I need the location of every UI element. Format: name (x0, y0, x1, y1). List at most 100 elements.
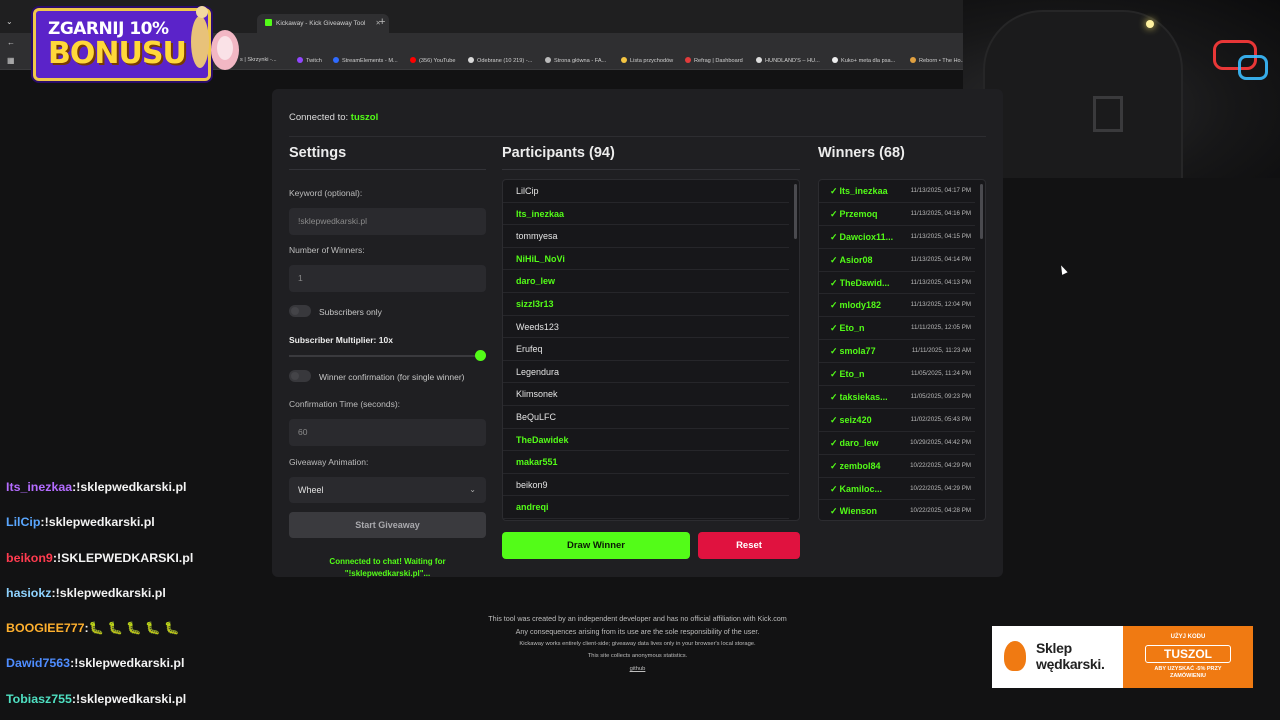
participant-row: andreqi (503, 496, 789, 519)
bookmark-label: HUNDLAND'S – HU... (765, 58, 820, 64)
sponsor-brand: Sklep wędkarski. (992, 626, 1123, 688)
scrollbar[interactable] (980, 184, 983, 239)
new-tab-button[interactable]: + (379, 14, 385, 31)
bookmark-hundland[interactable]: HUNDLAND'S – HU... (756, 57, 820, 64)
chat-text: !sklepwedkarski.pl (44, 515, 155, 530)
bookmark-income[interactable]: Lista przychodów (621, 57, 673, 64)
confirmation-time-label: Confirmation Time (seconds): (289, 399, 401, 409)
confirmation-time-input[interactable]: 60 (289, 419, 486, 446)
winners-count-label: Number of Winners: (289, 245, 365, 255)
github-link[interactable]: github (400, 662, 875, 676)
ceiling-lamp (1146, 20, 1154, 28)
subscribers-only-toggle[interactable] (289, 305, 311, 317)
keyword-input[interactable]: !sklepwedkarski.pl (289, 208, 486, 235)
tab-kickaway[interactable]: Kickaway - Kick Giveaway Tool ✕ (257, 14, 389, 33)
sponsor-code: TUSZOL (1145, 645, 1231, 663)
scrollbar[interactable] (794, 184, 797, 239)
winner-time: 11/05/2025, 11:24 PM (911, 370, 971, 378)
animation-selected-value: Wheel (298, 485, 324, 495)
sponsor-code-box: UŻYJ KODU TUSZOL ABY UZYSKAĆ -5% PRZY ZA… (1123, 626, 1253, 688)
bookmark-kuko[interactable]: Kuko+ meta dla psa... (832, 57, 895, 64)
chat-text: !sklepwedkarski.pl (74, 656, 185, 671)
winner-name: taksiekas... (839, 392, 888, 403)
chat-message: hasiokz:!sklepwedkarski.pl (6, 584, 266, 619)
winner-row: ✓ TheDawid... 11/13/2025, 04:13 PM (819, 272, 975, 295)
bookmark-label: Refrag | Dashboard (694, 58, 743, 64)
webcam-feed (963, 0, 1280, 178)
chat-text: !sklepwedkarski.pl (76, 691, 187, 706)
winner-name: daro_lew (839, 437, 879, 448)
participants-list[interactable]: LilCip Its_inezkaa tommyesa NiHiL_NoVi daro_… (502, 179, 800, 521)
participants-title: Participants (94) (502, 145, 615, 161)
bookmark-streamelements[interactable]: StreamElements - M... (333, 57, 398, 64)
winner-name: Asior08 (839, 254, 873, 265)
participant-row: daro_lew (503, 270, 789, 293)
settings-title: Settings (289, 145, 347, 161)
chat-username[interactable]: LilCip (6, 515, 40, 529)
bookmark-youtube[interactable]: (356) YouTube (410, 57, 456, 64)
participant-row: beikon9 (503, 474, 789, 497)
page-icon (756, 57, 762, 63)
winner-name: seiz420 (839, 414, 872, 425)
checkmark-icon: ✓ (830, 392, 838, 403)
winner-time: 11/05/2025, 09:23 PM (910, 393, 971, 401)
winner-row: ✓ Eto_n 11/11/2025, 12:05 PM (819, 317, 975, 341)
winners-list[interactable]: ✓ Its_inezkaa 11/13/2025, 04:17 PM ✓ Przemoq… (818, 179, 986, 521)
back-arrow-icon[interactable]: ← (7, 38, 15, 47)
mouse-cursor-icon (1058, 264, 1068, 275)
checkmark-icon: ✓ (830, 231, 838, 242)
participant-row: BeQuLFC (503, 406, 789, 429)
giveaway-panel: Connected to: tuszol Settings Keyword (o… (272, 89, 1003, 578)
chat-username[interactable]: Its_inezkaa (6, 480, 72, 494)
subscribers-only-label: Subscribers only (319, 307, 382, 317)
winner-time: 11/13/2025, 04:13 PM (910, 278, 971, 286)
winner-time: 10/29/2025, 04:42 PM (910, 438, 971, 446)
winner-name: Eto_n (839, 323, 865, 334)
reset-button[interactable]: Reset (698, 532, 800, 559)
winner-confirmation-toggle[interactable] (289, 370, 311, 382)
tab-menu-icon[interactable]: ⌄ (6, 17, 13, 26)
bookmark-fa[interactable]: Strona główna - FA... (545, 57, 606, 64)
checkmark-icon: ✓ (830, 254, 838, 265)
gaming-chair (983, 10, 1183, 178)
bookmark-label: (356) YouTube (419, 58, 456, 64)
bookmark-refrag[interactable]: Refrag | Dashboard (685, 57, 743, 64)
draw-winner-button[interactable]: Draw Winner (502, 532, 690, 559)
winners-count-input[interactable]: 1 (289, 265, 486, 292)
apps-grid-icon[interactable]: ▦ (7, 56, 15, 65)
chat-text: 🐛 🐛 🐛 🐛 🐛 (88, 621, 180, 636)
chat-message: BOOGIEE777:🐛 🐛 🐛 🐛 🐛 (6, 619, 266, 654)
winners-title: Winners (68) (818, 145, 905, 161)
chat-username[interactable]: hasiokz (6, 586, 51, 600)
keyword-label: Keyword (optional): (289, 188, 363, 198)
multiplier-slider-thumb[interactable] (475, 350, 486, 361)
checkmark-icon: ✓ (830, 300, 838, 311)
bookmark-item[interactable]: s | Skrzynki -... (240, 57, 277, 63)
youtube-icon (410, 57, 416, 63)
sponsor-name-line1: Sklep (1036, 640, 1072, 656)
multiplier-slider-track[interactable] (289, 355, 479, 357)
checkmark-icon: ✓ (830, 483, 838, 494)
winner-row: ✓ Przemoq 11/13/2025, 04:16 PM (819, 203, 975, 226)
chat-username[interactable]: beikon9 (6, 551, 53, 565)
checkmark-icon: ✓ (830, 460, 838, 471)
bookmark-reborn[interactable]: Reborn • The Ho... (910, 57, 965, 64)
winner-name: Its_inezkaa (839, 186, 888, 196)
participant-row: Klimsonek (503, 383, 789, 406)
chat-username[interactable]: Tobiasz755 (6, 692, 72, 706)
chair-strap (1093, 96, 1123, 132)
start-giveaway-button[interactable]: Start Giveaway (289, 512, 486, 538)
participant-row: LilCip (503, 180, 789, 203)
bookmark-twitch[interactable]: Twitch (297, 57, 322, 64)
fish-logo-icon (1004, 641, 1026, 671)
kick-favicon-icon (265, 19, 272, 26)
animation-select[interactable]: Wheel ⌄ (289, 477, 486, 503)
screen: ⌄ Kickaway - Kick Giveaway Tool ✕ + ← ▦ s… (0, 0, 1280, 720)
chat-username[interactable]: Dawid7563 (6, 656, 70, 670)
winner-row: ✓ smola77 11/11/2025, 11:23 AM (819, 340, 975, 364)
bookmark-mail[interactable]: Odebrane (10 219) -... (468, 57, 532, 64)
winner-time: 11/13/2025, 04:15 PM (910, 232, 971, 240)
connection-prefix: Connected to: (289, 112, 349, 123)
animation-label: Giveaway Animation: (289, 457, 369, 467)
chat-username[interactable]: BOOGIEE777 (6, 621, 85, 635)
